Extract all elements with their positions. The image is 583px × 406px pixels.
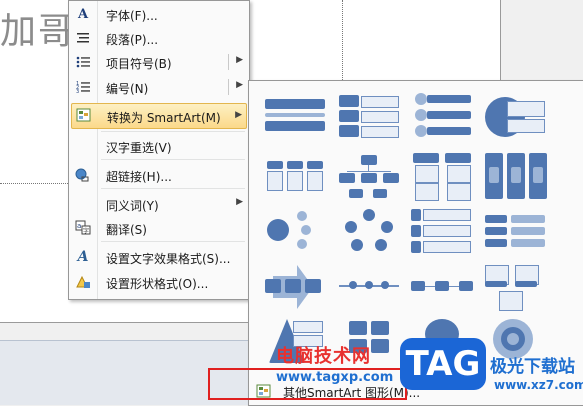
menu-item-shape-format[interactable]: 设置形状格式(O)...: [71, 271, 247, 293]
smartart-option-timeline[interactable]: [337, 265, 403, 315]
menu-item-convert-smartart[interactable]: 转换为 SmartArt(M) ▶: [71, 103, 247, 129]
smartart-option-picture-list[interactable]: [485, 265, 551, 315]
hyperlink-icon: [75, 167, 91, 183]
smartart-option-relationship[interactable]: [411, 319, 477, 369]
smartart-icon: [76, 107, 92, 123]
menu-item-translate[interactable]: a字 翻译(S): [71, 217, 247, 239]
smartart-gallery: [248, 80, 583, 406]
highlight-box: [208, 368, 407, 400]
menu-item-font[interactable]: A 字体(F)...: [71, 3, 247, 25]
translate-icon: a字: [75, 220, 91, 236]
font-icon: A: [77, 6, 89, 22]
smartart-option-pyramid[interactable]: [263, 319, 329, 369]
smartart-option-vertical-list[interactable]: [337, 91, 403, 141]
smartart-option-basic-process[interactable]: [411, 265, 477, 315]
slide-text: 加哥: [0, 11, 77, 52]
submenu-arrow-icon[interactable]: ▶: [236, 197, 243, 207]
placeholder-border-h: [0, 183, 70, 184]
menu-item-numbering[interactable]: 123 编号(N) ▶: [71, 76, 247, 98]
smartart-option-grouped-list[interactable]: [411, 153, 477, 203]
submenu-arrow-icon[interactable]: ▶: [235, 110, 242, 120]
smartart-option-horizontal-list[interactable]: [263, 153, 329, 203]
smartart-option-target-list[interactable]: [485, 91, 551, 141]
menu-item-reconvert[interactable]: 汉字重选(V): [71, 135, 247, 157]
smartart-option-arrow-list[interactable]: [485, 207, 551, 257]
submenu-arrow-icon[interactable]: ▶: [236, 55, 243, 65]
menu-item-hyperlink[interactable]: 超链接(H)...: [71, 164, 247, 186]
text-effects-icon: A: [77, 249, 89, 265]
placeholder-border: [342, 0, 343, 90]
bullets-icon: [75, 54, 91, 70]
smartart-option-chevron-list[interactable]: [411, 207, 477, 257]
smartart-option-process-arrow[interactable]: [263, 265, 329, 315]
menu-item-text-effects[interactable]: A 设置文字效果格式(S)...: [71, 246, 247, 268]
smartart-option-matrix[interactable]: [337, 319, 403, 369]
smartart-option-cycle[interactable]: [337, 207, 403, 257]
menu-item-paragraph[interactable]: 段落(P)...: [71, 27, 247, 49]
smartart-option-list[interactable]: [263, 91, 329, 141]
svg-text:a: a: [77, 222, 81, 230]
smartart-option-target[interactable]: [485, 319, 551, 369]
submenu-arrow-icon[interactable]: ▶: [236, 80, 243, 90]
smartart-option-circle-list[interactable]: [411, 91, 477, 141]
menu-item-synonyms[interactable]: 同义词(Y) ▶: [71, 193, 247, 215]
svg-text:字: 字: [83, 227, 89, 235]
shape-format-icon: [75, 274, 91, 290]
menu-item-bullets[interactable]: 项目符号(B) ▶: [71, 51, 247, 73]
numbering-icon: 123: [75, 79, 91, 95]
smartart-option-hierarchy[interactable]: [337, 153, 403, 203]
svg-text:3: 3: [76, 89, 79, 94]
smartart-option-radial[interactable]: [263, 207, 329, 257]
smartart-option-column-list[interactable]: [485, 153, 551, 203]
paragraph-icon: [75, 30, 91, 46]
context-menu: A 字体(F)... 段落(P)... 项目符号(B) ▶ 123 编号(N) …: [68, 0, 250, 300]
